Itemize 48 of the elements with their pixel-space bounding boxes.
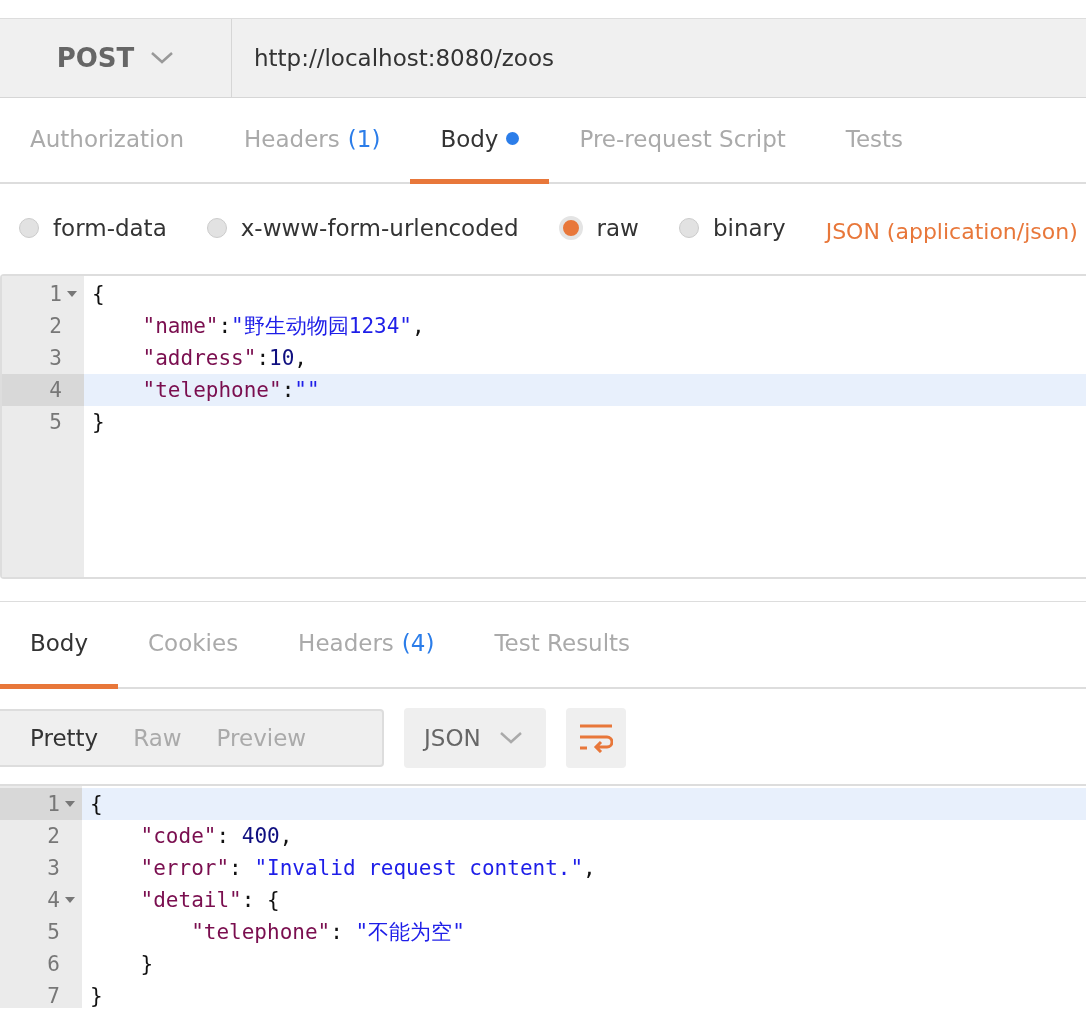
chevron-down-icon bbox=[498, 730, 523, 745]
fold-arrow-icon[interactable] bbox=[64, 896, 76, 904]
wrap-button[interactable] bbox=[566, 707, 626, 768]
code-line: "detail": { bbox=[139, 888, 280, 912]
url-field[interactable]: http://localhost:8080/zoos bbox=[232, 19, 554, 97]
code-line: } bbox=[139, 952, 154, 976]
tab[interactable]: Body bbox=[0, 602, 119, 689]
radio-option[interactable]: form-data bbox=[19, 215, 167, 241]
radio-option[interactable]: binary bbox=[678, 215, 786, 241]
code-line: "error": "Invalid request content.", bbox=[139, 856, 596, 880]
format-dropdown[interactable]: JSON bbox=[404, 707, 546, 768]
tab[interactable]: Headers (1) bbox=[214, 98, 411, 184]
line-number: 5 bbox=[48, 410, 62, 434]
radio-option[interactable]: x-www-form-urlencoded bbox=[206, 215, 519, 241]
radio-button[interactable] bbox=[678, 218, 699, 238]
method-dropdown[interactable]: POST bbox=[0, 19, 232, 97]
line-number: 1 bbox=[48, 282, 62, 306]
view-mode-tab[interactable]: Pretty bbox=[0, 724, 99, 751]
code-line: "code": 400, bbox=[139, 824, 293, 848]
radio-button[interactable] bbox=[558, 216, 583, 240]
content-type-dropdown[interactable]: JSON (application/json) bbox=[825, 218, 1078, 244]
code-line: } bbox=[91, 410, 105, 434]
tab[interactable]: Body bbox=[410, 98, 550, 184]
line-number: 4 bbox=[46, 888, 60, 912]
line-number: 7 bbox=[46, 984, 60, 1008]
tab[interactable]: Headers (4) bbox=[268, 602, 465, 689]
code-line: { bbox=[91, 282, 105, 306]
fold-arrow-icon[interactable] bbox=[64, 800, 76, 808]
code-line: { bbox=[89, 792, 103, 816]
fold-arrow-icon[interactable] bbox=[66, 290, 78, 298]
line-number: 3 bbox=[48, 346, 62, 370]
code-line: "telephone":"" bbox=[141, 378, 320, 402]
wrap-lines-icon bbox=[579, 722, 613, 753]
line-number: 2 bbox=[46, 824, 60, 848]
radio-button[interactable] bbox=[206, 218, 227, 238]
code-line: "telephone": "不能为空" bbox=[190, 919, 465, 946]
code-line: } bbox=[89, 984, 103, 1008]
line-number: 1 bbox=[46, 792, 60, 816]
chevron-down-icon bbox=[150, 51, 175, 65]
line-number: 4 bbox=[48, 378, 62, 402]
line-number: 6 bbox=[46, 952, 60, 976]
radio-button[interactable] bbox=[19, 218, 39, 238]
line-number: 3 bbox=[46, 856, 60, 880]
code-line: "name":"野生动物园1234", bbox=[141, 313, 425, 340]
code-line: "address":10, bbox=[141, 346, 307, 370]
radio-option[interactable]: raw bbox=[558, 215, 639, 241]
line-number: 2 bbox=[48, 314, 62, 338]
line-number: 5 bbox=[46, 920, 60, 944]
